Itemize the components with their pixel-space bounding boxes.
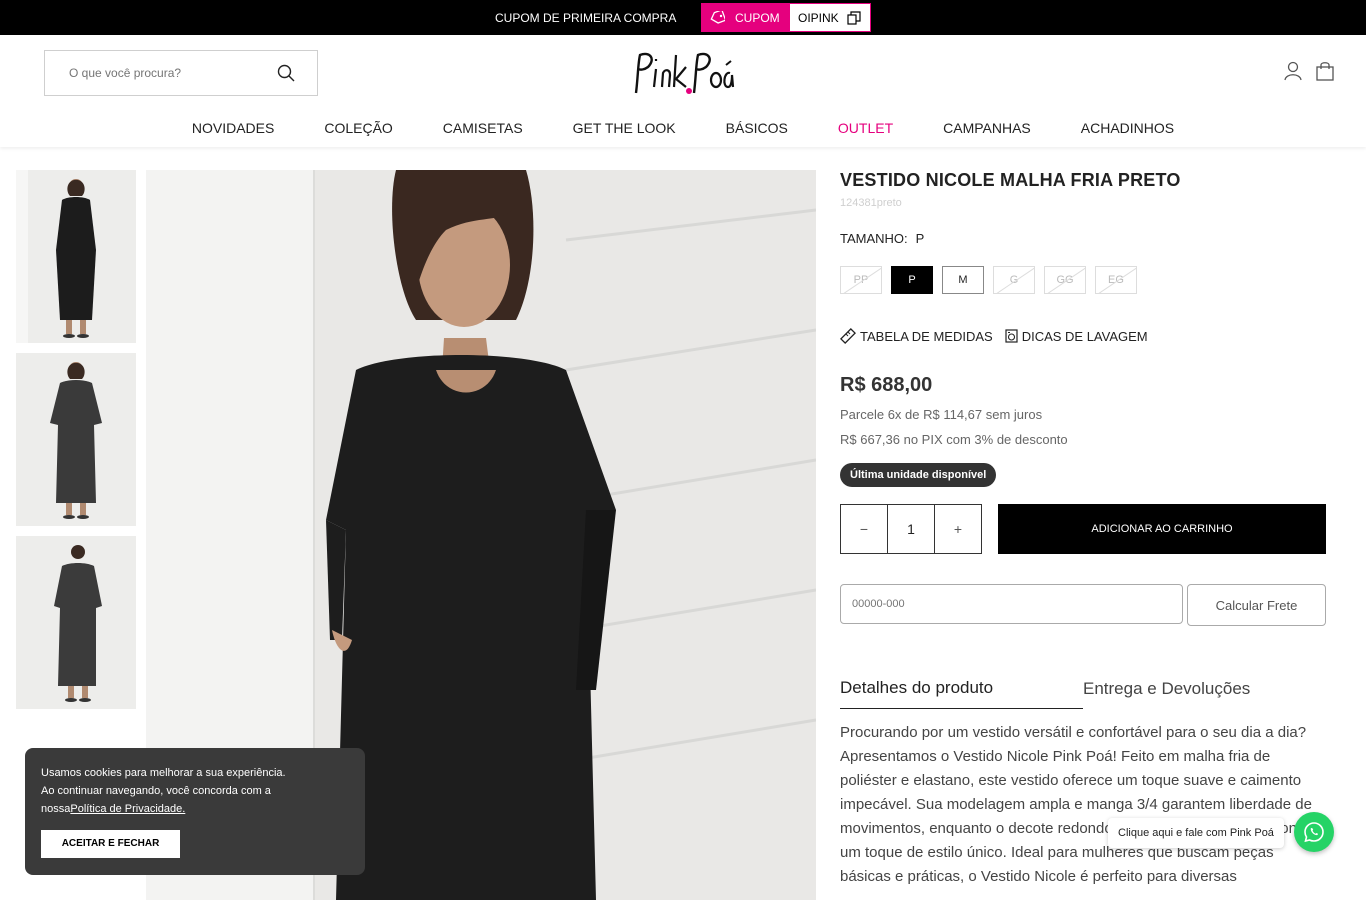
site-header: NOVIDADES COLEÇÃO CAMISETAS GET THE LOOK…: [0, 35, 1366, 147]
size-option-g[interactable]: G: [993, 266, 1035, 294]
nav-item-outlet[interactable]: OUTLET: [838, 120, 893, 136]
info-tabs: Detalhes do produto Entrega e Devoluções: [840, 678, 1326, 709]
product-title: VESTIDO NICOLE MALHA FRIA PRETO: [840, 170, 1181, 190]
search-icon[interactable]: [277, 64, 295, 82]
size-option-p[interactable]: P: [891, 266, 933, 294]
size-chart-link[interactable]: TABELA DE MEDIDAS: [840, 328, 993, 344]
ruler-icon: [840, 328, 856, 344]
size-options: PP P M G GG EG: [840, 266, 1326, 294]
tab-product-details[interactable]: Detalhes do produto: [840, 678, 1083, 709]
qty-increase-button[interactable]: +: [935, 505, 981, 553]
nav-item-achadinhos[interactable]: ACHADINHOS: [1081, 120, 1174, 136]
coupon-code[interactable]: OIPINK: [790, 4, 870, 31]
calc-shipping-button[interactable]: Calcular Frete: [1187, 584, 1326, 626]
tag-icon: [710, 11, 725, 24]
promo-text: CUPOM DE PRIMEIRA COMPRA: [495, 11, 677, 25]
coupon-code-text: OIPINK: [798, 10, 839, 25]
product-thumbnail[interactable]: [16, 353, 136, 526]
qty-decrease-button[interactable]: −: [841, 505, 887, 553]
whatsapp-bubble[interactable]: Clique aqui e fale com Pink Poá: [1108, 818, 1284, 848]
size-option-eg[interactable]: EG: [1095, 266, 1137, 294]
product-info: VESTIDO NICOLE MALHA FRIA PRETO 124381pr…: [840, 170, 1326, 889]
add-to-cart-button[interactable]: ADICIONAR AO CARRINHO: [998, 504, 1326, 554]
size-label-text: TAMANHO:: [840, 231, 908, 246]
cookie-text-prefix: nossa: [41, 803, 71, 815]
promo-bar: CUPOM DE PRIMEIRA COMPRA CUPOM OIPINK: [0, 0, 1366, 35]
main-nav: NOVIDADES COLEÇÃO CAMISETAS GET THE LOOK…: [0, 120, 1366, 136]
product-sku: 124381preto: [840, 197, 902, 209]
whatsapp-button[interactable]: [1294, 812, 1334, 852]
nav-item-novidades[interactable]: NOVIDADES: [192, 120, 274, 136]
cep-input[interactable]: [840, 584, 1183, 624]
accept-cookies-button[interactable]: ACEITAR E FECHAR: [41, 830, 180, 858]
user-icon[interactable]: [1284, 61, 1302, 81]
product-description: Procurando por um vestido versátil e con…: [840, 724, 1318, 885]
cookie-banner: Usamos cookies para melhorar a sua exper…: [25, 748, 365, 875]
privacy-policy-link[interactable]: Política de Privacidade.: [70, 803, 185, 815]
thumbnail-gallery: [16, 170, 136, 719]
pix-price-text: R$ 667,36 no PIX com 3% de desconto: [840, 432, 1068, 447]
qty-value[interactable]: 1: [887, 505, 935, 553]
search-input[interactable]: [69, 66, 289, 80]
washing-machine-icon: [1005, 329, 1018, 343]
product-thumbnail[interactable]: [16, 536, 136, 709]
size-option-gg[interactable]: GG: [1044, 266, 1086, 294]
bag-icon[interactable]: [1316, 61, 1334, 81]
nav-item-colecao[interactable]: COLEÇÃO: [324, 120, 392, 136]
quantity-stepper: − 1 +: [840, 504, 982, 554]
header-icons: [1284, 61, 1334, 81]
cookie-text-line3: nossaPolítica de Privacidade.: [41, 800, 349, 818]
coupon-tag: CUPOM: [702, 4, 790, 31]
size-option-pp[interactable]: PP: [840, 266, 882, 294]
nav-item-campanhas[interactable]: CAMPANHAS: [943, 120, 1031, 136]
info-links: TABELA DE MEDIDAS DICAS DE LAVAGEM: [840, 328, 1326, 344]
product-price: R$ 688,00: [840, 374, 933, 396]
size-option-m[interactable]: M: [942, 266, 984, 294]
size-chart-label: TABELA DE MEDIDAS: [860, 328, 993, 344]
installments-text: Parcele 6x de R$ 114,67 sem juros: [840, 407, 1043, 422]
tab-delivery-returns[interactable]: Entrega e Devoluções: [1083, 678, 1250, 709]
cookie-text-line1: Usamos cookies para melhorar a sua exper…: [41, 767, 286, 779]
wash-tips-link[interactable]: DICAS DE LAVAGEM: [1005, 328, 1148, 344]
whatsapp-icon: [1304, 822, 1324, 843]
buy-row: − 1 + ADICIONAR AO CARRINHO: [840, 504, 1326, 554]
copy-icon[interactable]: [847, 10, 861, 25]
search-box: [44, 50, 318, 96]
nav-item-camisetas[interactable]: CAMISETAS: [443, 120, 523, 136]
cookie-text-line2: Ao continuar navegando, você concorda co…: [41, 785, 271, 797]
nav-item-get-the-look[interactable]: GET THE LOOK: [573, 120, 676, 136]
product-thumbnail[interactable]: [16, 170, 136, 343]
coupon-box[interactable]: CUPOM OIPINK: [701, 3, 871, 32]
brand-logo[interactable]: [632, 47, 736, 99]
size-label: TAMANHO: P: [840, 231, 1326, 246]
coupon-label: CUPOM: [735, 10, 780, 25]
shipping-row: Calcular Frete: [840, 584, 1326, 626]
selected-size: P: [915, 231, 925, 246]
stock-badge: Última unidade disponível: [840, 463, 997, 487]
nav-item-basicos[interactable]: BÁSICOS: [726, 120, 788, 136]
wash-tips-label: DICAS DE LAVAGEM: [1021, 328, 1148, 344]
